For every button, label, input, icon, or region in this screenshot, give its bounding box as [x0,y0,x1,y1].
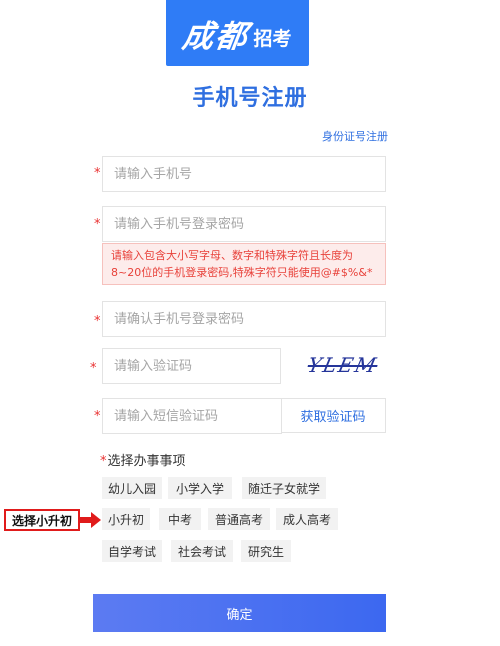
matter-option[interactable]: 自学考试 [102,540,162,562]
captcha-text: YLEM [305,353,381,377]
required-mark: * [90,361,97,376]
password-input[interactable] [114,207,385,241]
matter-option[interactable]: 成人高考 [276,508,338,530]
logo-brush-text: 成都 [180,18,252,55]
matter-option[interactable]: 幼儿入园 [102,477,162,499]
page-title: 手机号注册 [192,86,308,111]
matters-label: *选择办事事项 [100,454,186,469]
confirm-button[interactable]: 确定 [93,594,386,632]
required-mark: * [94,166,101,181]
required-mark: * [94,217,101,232]
matter-option[interactable]: 普通高考 [208,508,270,530]
sms-code-input[interactable] [114,399,281,433]
captcha-input[interactable] [114,349,280,383]
confirm-password-field[interactable] [102,301,386,337]
confirm-password-input[interactable] [114,302,385,336]
id-card-register-link[interactable]: 身份证号注册 [322,128,388,144]
site-logo: 成都 招考 [166,0,309,66]
logo-small-text: 招考 [253,27,292,50]
required-mark: * [94,409,101,424]
matter-option[interactable]: 随迁子女就学 [242,477,326,499]
matter-option[interactable]: 社会考试 [171,540,233,562]
matter-option[interactable]: 中考 [159,508,201,530]
matter-option-selected[interactable]: 小升初 [102,508,150,530]
sms-code-field[interactable] [102,398,282,434]
phone-field[interactable] [102,156,386,192]
get-sms-code-button[interactable]: 获取验证码 [281,398,386,433]
password-field[interactable] [102,206,386,242]
captcha-image[interactable]: YLEM [302,347,384,383]
password-hint: 请输入包含大小写字母、数字和特殊字符且长度为8~20位的手机登录密码,特殊字符只… [102,243,386,285]
required-mark: * [94,314,101,329]
annotation-label: 选择小升初 [4,509,80,531]
phone-input[interactable] [114,157,385,191]
required-mark: * [100,454,107,469]
matter-option[interactable]: 小学入学 [168,477,232,499]
matter-option[interactable]: 研究生 [241,540,291,562]
annotation-arrow-icon [80,512,101,528]
captcha-field[interactable] [102,348,281,384]
